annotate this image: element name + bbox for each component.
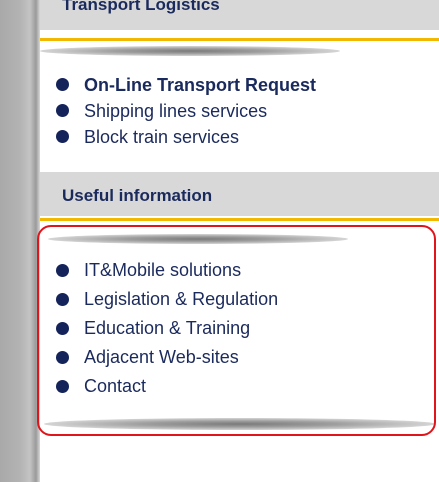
- menu-item-online-transport-request[interactable]: On-Line Transport Request: [40, 72, 316, 98]
- menu-item-label: Shipping lines services: [84, 101, 268, 121]
- sidebar-panel: Transport Logistics On-Line Transport Re…: [37, 0, 439, 482]
- accent-line-transport: [40, 38, 439, 41]
- section-header-transport: Transport Logistics: [40, 0, 439, 30]
- menu-item-shipping-lines-services[interactable]: Shipping lines services: [40, 98, 316, 124]
- section-title-useful: Useful information: [62, 186, 213, 205]
- highlight-annotation-box: [37, 225, 436, 436]
- left-border-strip: [0, 0, 40, 482]
- transport-menu: On-Line Transport Request Shipping lines…: [40, 72, 316, 150]
- section-header-useful: Useful information: [40, 172, 439, 216]
- shadow-divider-transport: [40, 46, 340, 56]
- bullet-icon: [56, 104, 69, 117]
- menu-item-label: Block train services: [84, 127, 240, 147]
- accent-line-useful: [40, 218, 439, 221]
- menu-item-block-train-services[interactable]: Block train services: [40, 124, 316, 150]
- bullet-icon: [56, 78, 69, 91]
- menu-item-label: On-Line Transport Request: [84, 75, 317, 95]
- bullet-icon: [56, 130, 69, 143]
- section-title-transport: Transport Logistics: [62, 0, 220, 14]
